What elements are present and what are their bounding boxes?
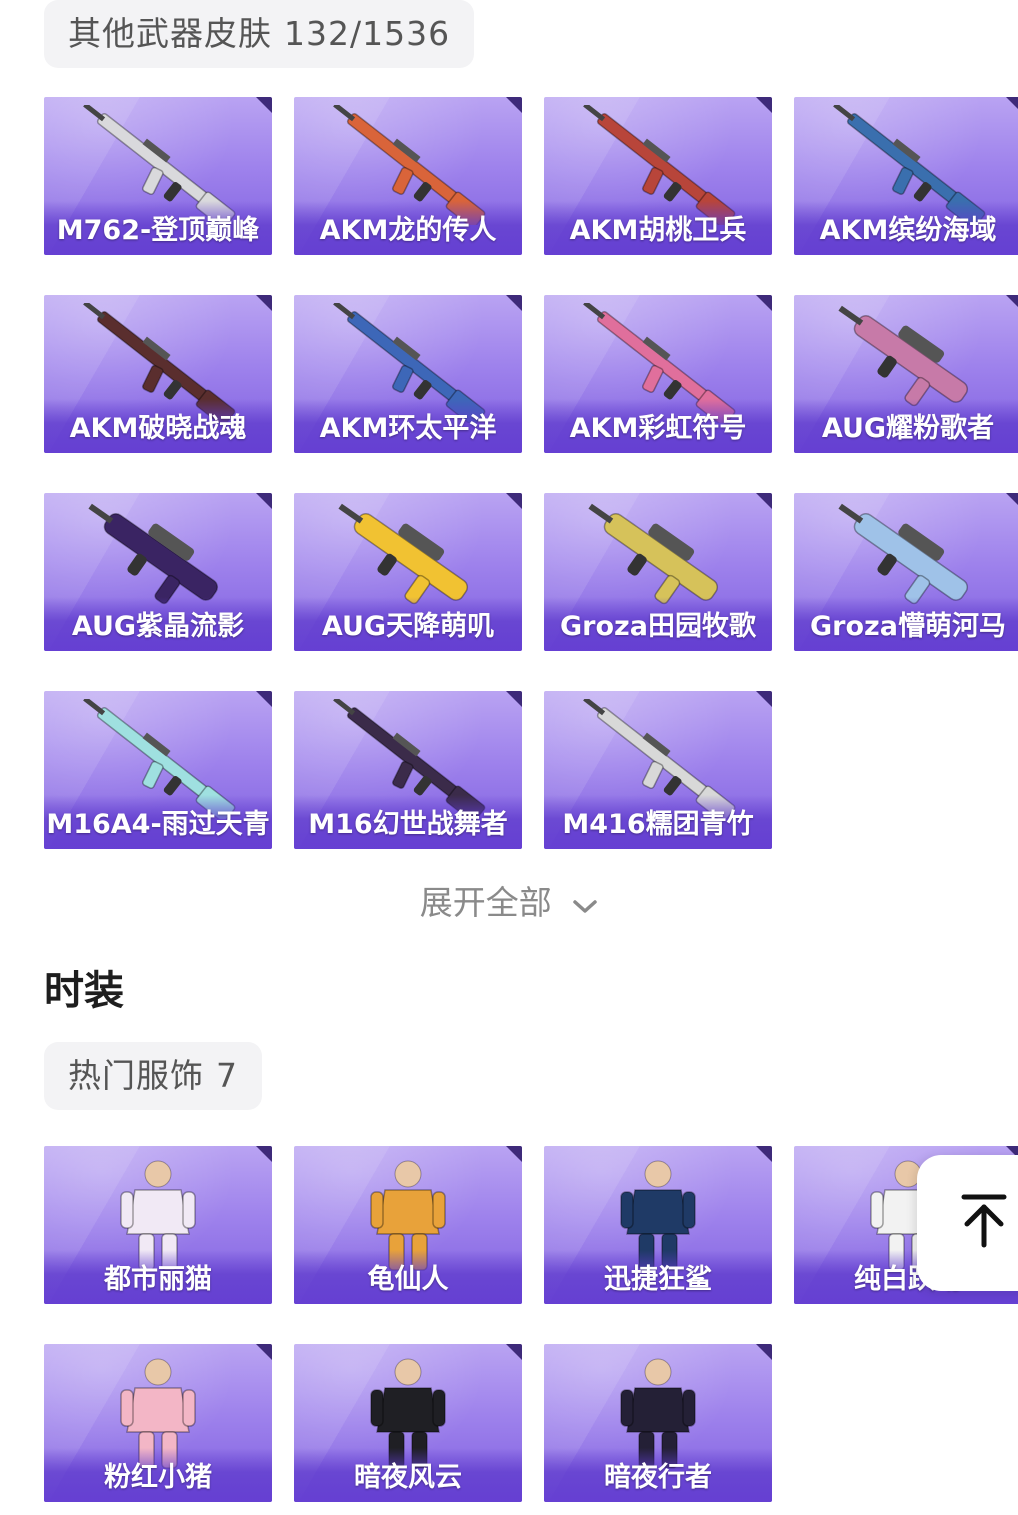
fashion-item-card[interactable]: 暗夜行者: [544, 1344, 772, 1502]
corner-tag-icon: [256, 691, 272, 707]
fashion-section-title: 时装: [44, 968, 124, 1014]
weapon-skin-card[interactable]: AUG天降萌叽: [294, 493, 522, 651]
expand-all-label: 展开全部: [419, 883, 552, 922]
weapon-skin-name: AKM缤纷海域: [819, 215, 997, 246]
corner-tag-icon: [256, 493, 272, 509]
weapon-category-count: 132/1536: [284, 14, 451, 53]
weapon-skin-name: M416糯团青竹: [562, 809, 754, 840]
corner-tag-icon: [506, 493, 522, 509]
corner-tag-icon: [256, 295, 272, 311]
corner-tag-icon: [756, 97, 772, 113]
weapon-skin-card[interactable]: AKM彩虹符号: [544, 295, 772, 453]
weapon-skin-grid: M762-登顶巅峰 AKM龙的传人 AKM胡桃卫兵 AKM缤纷海域 AKM破晓战魂 AKM…: [44, 97, 1018, 849]
corner-tag-icon: [256, 1344, 272, 1360]
weapon-skin-name: AKM破晓战魂: [69, 413, 247, 444]
fashion-item-name: 暗夜行者: [604, 1462, 712, 1493]
chevron-down-icon: [572, 885, 598, 924]
weapon-skin-name: M16A4-雨过天青: [46, 809, 270, 840]
fashion-category-label: 热门服饰: [68, 1056, 204, 1095]
back-to-top-button[interactable]: [917, 1155, 1018, 1291]
expand-all-button[interactable]: 展开全部: [0, 876, 1018, 924]
corner-tag-icon: [1006, 97, 1018, 113]
corner-tag-icon: [506, 1146, 522, 1162]
weapon-skin-name: Groza田园牧歌: [560, 611, 756, 642]
fashion-item-card[interactable]: 都市丽猫: [44, 1146, 272, 1304]
corner-tag-icon: [506, 295, 522, 311]
corner-tag-icon: [256, 1146, 272, 1162]
fashion-category-count: 7: [216, 1056, 238, 1095]
weapon-skin-name: Groza懵萌河马: [810, 611, 1006, 642]
weapon-skin-card[interactable]: Groza田园牧歌: [544, 493, 772, 651]
weapon-skin-name: AKM龙的传人: [319, 215, 497, 246]
weapon-skin-name: AUG天降萌叽: [321, 611, 495, 642]
weapon-skin-name: M762-登顶巅峰: [56, 215, 260, 246]
weapon-skin-card[interactable]: AKM胡桃卫兵: [544, 97, 772, 255]
corner-tag-icon: [756, 691, 772, 707]
weapon-skin-name: AKM环太平洋: [319, 413, 497, 444]
weapon-skin-card[interactable]: AUG耀粉歌者: [794, 295, 1018, 453]
corner-tag-icon: [506, 1344, 522, 1360]
corner-tag-icon: [756, 295, 772, 311]
arrow-up-to-top-icon: [961, 1193, 1007, 1253]
fashion-item-name: 暗夜风云: [354, 1462, 462, 1493]
fashion-category-pill[interactable]: 热门服饰 7: [44, 1042, 262, 1110]
weapon-skin-card[interactable]: M16幻世战舞者: [294, 691, 522, 849]
corner-tag-icon: [506, 97, 522, 113]
fashion-item-card[interactable]: 龟仙人: [294, 1146, 522, 1304]
fashion-item-name: 粉红小猪: [104, 1462, 212, 1493]
weapon-skin-card[interactable]: AKM环太平洋: [294, 295, 522, 453]
fashion-item-name: 迅捷狂鲨: [604, 1264, 712, 1295]
weapon-skin-card[interactable]: M762-登顶巅峰: [44, 97, 272, 255]
corner-tag-icon: [256, 97, 272, 113]
weapon-skin-card[interactable]: M16A4-雨过天青: [44, 691, 272, 849]
fashion-item-card[interactable]: 迅捷狂鲨: [544, 1146, 772, 1304]
fashion-item-card[interactable]: 粉红小猪: [44, 1344, 272, 1502]
corner-tag-icon: [1006, 493, 1018, 509]
weapon-skin-card[interactable]: AUG紫晶流影: [44, 493, 272, 651]
corner-tag-icon: [1006, 295, 1018, 311]
page: 其他武器皮肤 132/1536 M762-登顶巅峰 AKM龙的传人 AKM胡桃卫兵 AK…: [0, 0, 1018, 1515]
fashion-item-card[interactable]: 暗夜风云: [294, 1344, 522, 1502]
corner-tag-icon: [756, 493, 772, 509]
corner-tag-icon: [756, 1344, 772, 1360]
weapon-skin-name: AUG耀粉歌者: [821, 413, 995, 444]
corner-tag-icon: [756, 1146, 772, 1162]
weapon-skin-name: AKM彩虹符号: [569, 413, 747, 444]
corner-tag-icon: [506, 691, 522, 707]
fashion-item-grid: 都市丽猫 龟仙人 迅捷狂鲨 纯白跃动 粉红小猪 暗夜风云 暗夜行者: [44, 1146, 1018, 1502]
weapon-category-label: 其他武器皮肤: [68, 14, 272, 53]
fashion-item-name: 龟仙人: [367, 1264, 449, 1295]
weapon-skin-card[interactable]: M416糯团青竹: [544, 691, 772, 849]
weapon-category-pill[interactable]: 其他武器皮肤 132/1536: [44, 0, 475, 68]
weapon-skin-name: AKM胡桃卫兵: [569, 215, 747, 246]
weapon-skin-card[interactable]: AKM缤纷海域: [794, 97, 1018, 255]
fashion-item-name: 都市丽猫: [104, 1264, 212, 1295]
weapon-skin-card[interactable]: AKM破晓战魂: [44, 295, 272, 453]
weapon-skin-card[interactable]: Groza懵萌河马: [794, 493, 1018, 651]
weapon-skin-name: AUG紫晶流影: [71, 611, 245, 642]
weapon-skin-card[interactable]: AKM龙的传人: [294, 97, 522, 255]
weapon-skin-name: M16幻世战舞者: [308, 809, 508, 840]
